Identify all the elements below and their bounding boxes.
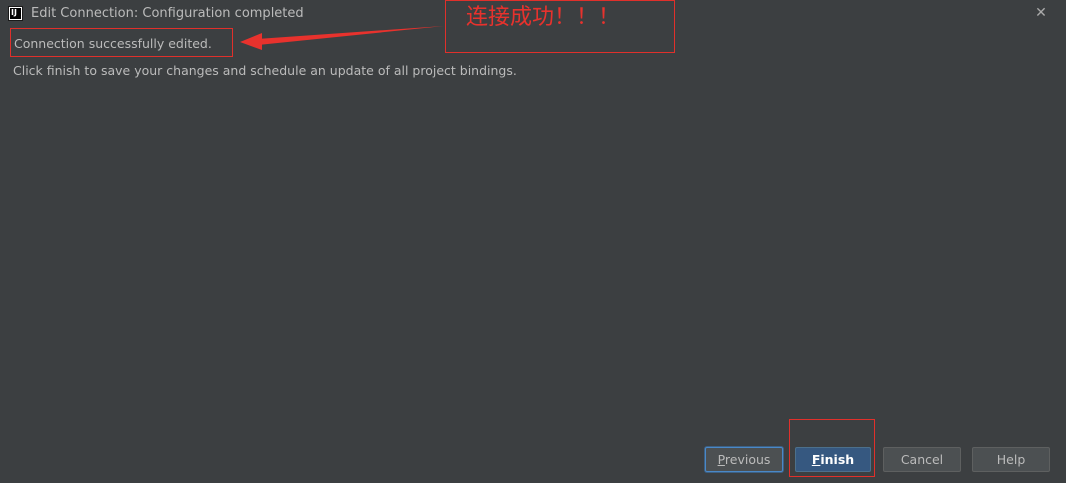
cancel-button[interactable]: Cancel xyxy=(883,447,961,472)
finish-button[interactable]: Finish xyxy=(795,447,871,472)
help-button[interactable]: Help xyxy=(972,447,1050,472)
finish-label: inish xyxy=(820,452,855,467)
previous-label: revious xyxy=(724,452,771,467)
previous-button[interactable]: Previous xyxy=(705,447,783,472)
previous-mnemonic: P xyxy=(717,452,725,467)
annotation-arrow-icon xyxy=(240,26,444,50)
